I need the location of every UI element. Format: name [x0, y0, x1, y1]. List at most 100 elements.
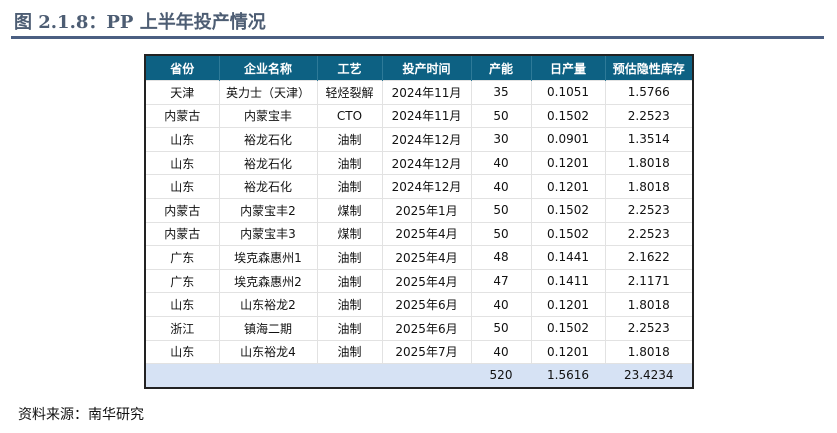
total-cell: 1.5616 [530, 363, 606, 389]
table-cell: 40 [470, 174, 532, 199]
table-cell: 油制 [316, 245, 383, 270]
table-cell: 2.2523 [604, 315, 694, 341]
table-cell: 48 [470, 245, 532, 270]
table-cell: 山东裕龙2 [218, 292, 318, 317]
table-row: 山东 裕龙石化 油制 2024年12月 40 0.1201 1.8018 [144, 174, 694, 199]
table-cell: 山东 [144, 174, 220, 199]
table-row: 山东 裕龙石化 油制 2024年12月 30 0.0901 1.3514 [144, 127, 694, 152]
table-cell: 2024年12月 [381, 150, 472, 176]
table-cell: 内蒙古 [144, 103, 220, 129]
table-cell: 40 [470, 150, 532, 176]
table-cell: 内蒙宝丰 [218, 103, 318, 129]
table-cell: 广东 [144, 268, 220, 294]
table-cell: 50 [470, 197, 532, 223]
table-cell: 1.3514 [604, 127, 694, 152]
column-header: 日产量 [531, 55, 606, 81]
table-cell: 40 [470, 339, 532, 365]
table-cell: 内蒙古 [144, 221, 220, 247]
table-cell: 0.1411 [530, 268, 606, 294]
table-cell: 0.1201 [530, 150, 606, 176]
table-cell: 0.1502 [530, 197, 606, 223]
table-cell: 山东 [144, 339, 220, 365]
table-cell: 油制 [316, 339, 383, 365]
table-cell: 47 [470, 268, 532, 294]
table-cell: 裕龙石化 [218, 150, 318, 176]
table-cell: 50 [470, 103, 532, 129]
total-cell: 520 [470, 363, 532, 389]
column-header: 产能 [471, 55, 532, 81]
table-cell: 0.1201 [530, 339, 606, 365]
table-cell: 50 [470, 315, 532, 341]
table-cell: 0.1201 [530, 292, 606, 317]
table-cell: CTO [316, 103, 383, 129]
table-cell: 油制 [316, 315, 383, 341]
table-cell: 50 [470, 221, 532, 247]
table-cell: 1.8018 [604, 174, 694, 199]
table-cell: 1.8018 [604, 339, 694, 365]
table-cell: 0.1441 [530, 245, 606, 270]
column-header: 工艺 [317, 55, 383, 81]
total-cell [218, 363, 318, 389]
table-cell: 0.1502 [530, 221, 606, 247]
total-row: 520 1.5616 23.4234 [144, 363, 694, 389]
table-row: 内蒙古 内蒙宝丰2 煤制 2025年1月 50 0.1502 2.2523 [144, 197, 694, 223]
table-cell: 2.1622 [604, 245, 694, 270]
table-cell: 山东 [144, 292, 220, 317]
column-header: 企业名称 [219, 55, 318, 81]
table-row: 内蒙古 内蒙宝丰3 煤制 2025年4月 50 0.1502 2.2523 [144, 221, 694, 247]
table-cell: 浙江 [144, 315, 220, 341]
table-cell: 2025年7月 [381, 339, 472, 365]
table-cell: 1.5766 [604, 80, 694, 105]
table-cell: 油制 [316, 268, 383, 294]
table-cell: 埃克森惠州1 [218, 245, 318, 270]
table-cell: 2025年6月 [381, 315, 472, 341]
table-row: 内蒙古 内蒙宝丰 CTO 2024年11月 50 0.1502 2.2523 [144, 103, 694, 129]
table-cell: 英力士（天津） [218, 80, 318, 105]
table-cell: 2.1171 [604, 268, 694, 294]
table-cell: 轻烃裂解 [316, 80, 383, 105]
table-cell: 0.1502 [530, 315, 606, 341]
table-cell: 2024年12月 [381, 174, 472, 199]
table-cell: 裕龙石化 [218, 127, 318, 152]
table-cell: 山东 [144, 127, 220, 152]
table-cell: 2.2523 [604, 103, 694, 129]
source-note: 资料来源：南华研究 [18, 407, 144, 423]
table-cell: 2025年4月 [381, 268, 472, 294]
table-cell: 2024年12月 [381, 127, 472, 152]
table-cell: 裕龙石化 [218, 174, 318, 199]
table-header: 省份 企业名称 工艺 投产时间 产能 日产量 预估隐性库存 [145, 55, 694, 81]
table-row: 浙江 镇海二期 油制 2025年6月 50 0.1502 2.2523 [144, 315, 694, 341]
table-cell: 煤制 [316, 221, 383, 247]
table-row: 天津 英力士（天津） 轻烃裂解 2024年11月 35 0.1051 1.5766 [144, 80, 694, 105]
table-cell: 30 [470, 127, 532, 152]
table-cell: 0.1051 [530, 80, 606, 105]
table-row: 山东 山东裕龙4 油制 2025年7月 40 0.1201 1.8018 [144, 339, 694, 365]
table-cell: 内蒙古 [144, 197, 220, 223]
table-cell: 油制 [316, 150, 383, 176]
figure-title: 图 2.1.8：PP 上半年投产情况 [14, 12, 266, 33]
total-cell [144, 363, 220, 389]
table-cell: 油制 [316, 174, 383, 199]
total-cell: 23.4234 [604, 363, 694, 389]
table-cell: 埃克森惠州2 [218, 268, 318, 294]
table-cell: 2025年1月 [381, 197, 472, 223]
table-cell: 山东 [144, 150, 220, 176]
table-cell: 天津 [144, 80, 220, 105]
table-cell: 2025年4月 [381, 221, 472, 247]
table-cell: 0.0901 [530, 127, 606, 152]
column-header: 投产时间 [382, 55, 472, 81]
table-cell: 油制 [316, 127, 383, 152]
total-cell [316, 363, 383, 389]
table-cell: 0.1201 [530, 174, 606, 199]
table-cell: 2025年6月 [381, 292, 472, 317]
table-row: 广东 埃克森惠州2 油制 2025年4月 47 0.1411 2.1171 [144, 268, 694, 294]
table-cell: 0.1502 [530, 103, 606, 129]
table-cell: 2024年11月 [381, 80, 472, 105]
table-cell: 40 [470, 292, 532, 317]
column-header: 省份 [145, 55, 220, 81]
table-cell: 镇海二期 [218, 315, 318, 341]
total-cell [381, 363, 472, 389]
table-row: 山东 山东裕龙2 油制 2025年6月 40 0.1201 1.8018 [144, 292, 694, 317]
title-divider [11, 36, 824, 39]
table-cell: 1.8018 [604, 292, 694, 317]
